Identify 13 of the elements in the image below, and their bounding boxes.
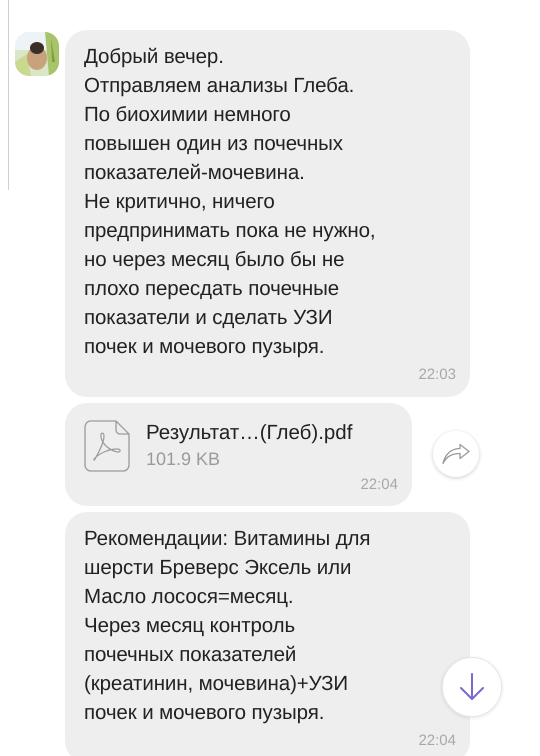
message-time: 22:04: [360, 474, 398, 494]
message-time: 22:04: [418, 731, 456, 751]
scroll-down-button[interactable]: [442, 657, 502, 717]
share-button[interactable]: [433, 431, 479, 478]
file-size: 101.9 KB: [146, 448, 222, 470]
file-name: Результат…(Глеб).pdf: [146, 420, 352, 446]
message-time: 22:03: [418, 365, 456, 385]
pdf-file-icon: [84, 420, 130, 472]
file-bubble[interactable]: Результат…(Глеб).pdf 101.9 KB 22:04: [65, 402, 412, 506]
share-arrow-icon: [441, 444, 471, 464]
message-text: Добрый вечер. Отправляем анализы Глеба. По биохимии немного повышен один из почечных показателей-мочевина. Не критично, ничего предпринимать пока не нужно, но через месяц было бы не плохо пересдать почечные показатели и сделать УЗИ почек и мочевого пузыря.: [84, 44, 377, 360]
message-text: Рекомендации: Витамины для шерсти Бреверс Эксель или Масло лосося=месяц. Через месяц контроль почечных показателей (креатинин, мочевина)+УЗИ почек и мочевого пузыря.: [84, 526, 372, 726]
arrow-down-icon: [459, 673, 485, 701]
